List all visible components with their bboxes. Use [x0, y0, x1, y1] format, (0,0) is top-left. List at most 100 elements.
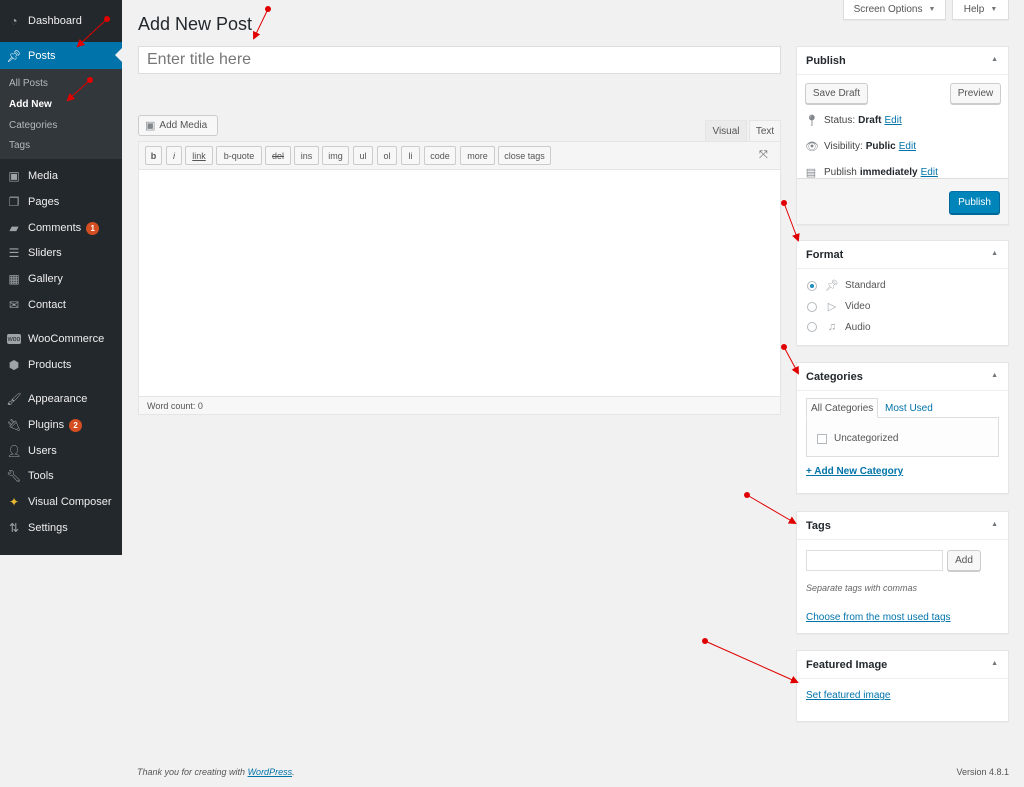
- qt-link-button[interactable]: link: [185, 146, 213, 165]
- format-box: Format ▲ 📌︎ Standard ▷ Video ♫ Audio: [796, 240, 1009, 346]
- sidebar-item-label: Media: [28, 170, 58, 182]
- comments-count-badge: 1: [86, 221, 100, 235]
- format-option-label: Audio: [845, 321, 871, 333]
- radio-audio[interactable]: [807, 322, 817, 332]
- publish-actions: Publish: [797, 178, 1008, 224]
- collapse-toggle-icon[interactable]: ▲: [991, 56, 998, 63]
- sidebar-item-dashboard[interactable]: ◔ Dashboard: [0, 8, 122, 34]
- tab-visual[interactable]: Visual: [705, 120, 747, 141]
- sidebar-item-label: Gallery: [28, 273, 63, 285]
- edit-visibility-link[interactable]: Edit: [899, 141, 916, 152]
- add-media-button[interactable]: ▣ Add Media: [138, 115, 218, 136]
- qt-code-button[interactable]: code: [424, 146, 456, 165]
- quicktags-toolbar: b i link b-quote del ins img ul ol li co…: [139, 142, 780, 170]
- tab-all-categories[interactable]: All Categories: [806, 398, 879, 418]
- qt-bold-button[interactable]: b: [145, 146, 162, 165]
- publish-button[interactable]: Publish: [949, 191, 1000, 214]
- collapse-toggle-icon[interactable]: ▲: [991, 660, 998, 667]
- format-option-audio[interactable]: ♫ Audio: [807, 321, 871, 333]
- category-item[interactable]: Uncategorized: [817, 433, 898, 444]
- sidebar-item-settings[interactable]: ⇅ Settings: [0, 515, 122, 541]
- submenu-all-posts[interactable]: All Posts: [9, 78, 48, 89]
- sidebar-item-appearance[interactable]: 🖌︎ Appearance: [0, 386, 122, 412]
- radio-video[interactable]: [807, 301, 817, 312]
- sidebar-item-tools[interactable]: 🔧︎ Tools: [0, 463, 122, 489]
- collapse-toggle-icon[interactable]: ▲: [991, 250, 998, 257]
- caret-down-icon: ▼: [928, 6, 936, 13]
- tags-box-title: Tags: [806, 519, 831, 532]
- submenu-tags[interactable]: Tags: [9, 140, 30, 151]
- sidebar-item-gallery[interactable]: ▦ Gallery: [0, 266, 122, 292]
- dashboard-icon: ◔: [10, 14, 18, 28]
- submenu-add-new[interactable]: Add New: [9, 99, 52, 110]
- sidebar-item-label: Settings: [28, 522, 68, 534]
- sidebar-item-users[interactable]: 👤︎ Users: [0, 438, 122, 464]
- sidebar-item-sliders[interactable]: ☰ Sliders: [0, 240, 122, 266]
- footer-thanks: Thank you for creating with WordPress.: [137, 767, 295, 777]
- add-tag-button[interactable]: Add: [947, 550, 981, 571]
- add-new-category-link[interactable]: + Add New Category: [806, 466, 903, 477]
- content-textarea[interactable]: [139, 170, 780, 398]
- format-option-video[interactable]: ▷ Video: [807, 300, 870, 313]
- help-button[interactable]: Help ▼: [952, 0, 1009, 20]
- choose-most-used-tags-link[interactable]: Choose from the most used tags: [806, 612, 951, 623]
- tab-text[interactable]: Text: [749, 120, 781, 141]
- sidebar-item-label: Dashboard: [28, 15, 82, 27]
- publish-box-title: Publish: [806, 54, 846, 67]
- sidebar-item-posts[interactable]: 📌︎ Posts: [0, 42, 122, 69]
- annotation-arrow-title: [253, 6, 271, 40]
- set-featured-image-link[interactable]: Set featured image: [806, 690, 891, 701]
- collapse-toggle-icon[interactable]: ▲: [991, 372, 998, 379]
- sidebar-item-comments[interactable]: ▰ Comments 1: [0, 215, 122, 241]
- qt-italic-button[interactable]: i: [166, 146, 182, 165]
- qt-li-button[interactable]: li: [401, 146, 420, 165]
- pin-icon: 📍︎: [805, 115, 819, 127]
- sidebar-item-pages[interactable]: ❐ Pages: [0, 189, 122, 215]
- sidebar-item-contact[interactable]: ✉ Contact: [0, 292, 122, 318]
- wordpress-link[interactable]: WordPress: [248, 767, 293, 777]
- settings-icon: ⇅: [8, 521, 20, 535]
- sidebar-item-woocommerce[interactable]: woo WooCommerce: [0, 326, 122, 352]
- format-option-standard[interactable]: 📌︎ Standard: [807, 279, 886, 292]
- featured-image-box: Featured Image ▲ Set featured image: [796, 650, 1009, 722]
- qt-del-button[interactable]: del: [265, 146, 291, 165]
- screen-options-label: Screen Options: [853, 4, 923, 15]
- preview-button[interactable]: Preview: [950, 83, 1001, 104]
- collapse-toggle-icon[interactable]: ▲: [991, 521, 998, 528]
- edit-publish-date-link[interactable]: Edit: [921, 167, 938, 178]
- publish-date-value: immediately: [859, 167, 918, 178]
- sidebar-item-label: Comments: [28, 222, 82, 234]
- qt-close-tags-button[interactable]: close tags: [498, 146, 551, 165]
- post-title-input[interactable]: [138, 46, 781, 74]
- fullscreen-icon[interactable]: ⤧: [759, 149, 772, 162]
- sidebar-item-media[interactable]: ▣ Media: [0, 163, 122, 189]
- page-title: Add New Post: [138, 14, 253, 34]
- eye-icon: 👁︎: [805, 141, 819, 153]
- edit-status-link[interactable]: Edit: [884, 115, 901, 126]
- qt-more-button[interactable]: more: [460, 146, 495, 165]
- screen-options-button[interactable]: Screen Options ▼: [843, 0, 946, 20]
- sidebar-item-visual-composer[interactable]: ✦ Visual Composer: [0, 489, 122, 515]
- sidebar-item-label: Tools: [28, 470, 54, 482]
- qt-ins-button[interactable]: ins: [294, 146, 319, 165]
- sidebar-item-products[interactable]: ⬢ Products: [0, 352, 122, 378]
- save-draft-button[interactable]: Save Draft: [805, 83, 868, 104]
- format-box-title: Format: [806, 248, 844, 261]
- sidebar-item-plugins[interactable]: 🔌︎ Plugins 2: [0, 412, 122, 438]
- tab-most-used[interactable]: Most Used: [881, 398, 937, 418]
- qt-img-button[interactable]: img: [322, 146, 349, 165]
- category-checkbox[interactable]: [817, 433, 827, 444]
- media-icon: ▣: [8, 169, 20, 183]
- sidebar-item-label: Products: [28, 359, 72, 371]
- mail-icon: ✉: [8, 298, 20, 312]
- qt-blockquote-button[interactable]: b-quote: [216, 146, 262, 165]
- submenu-categories[interactable]: Categories: [9, 120, 57, 131]
- sidebar-item-label: Plugins: [28, 419, 65, 431]
- footer-thanks-text: Thank you for creating with: [137, 767, 248, 777]
- sidebar-item-label: WooCommerce: [28, 333, 105, 345]
- tags-input[interactable]: [806, 550, 943, 571]
- radio-standard[interactable]: [807, 280, 817, 291]
- qt-ol-button[interactable]: ol: [377, 146, 397, 165]
- qt-ul-button[interactable]: ul: [353, 146, 373, 165]
- publish-date-label: Publish: [824, 167, 857, 178]
